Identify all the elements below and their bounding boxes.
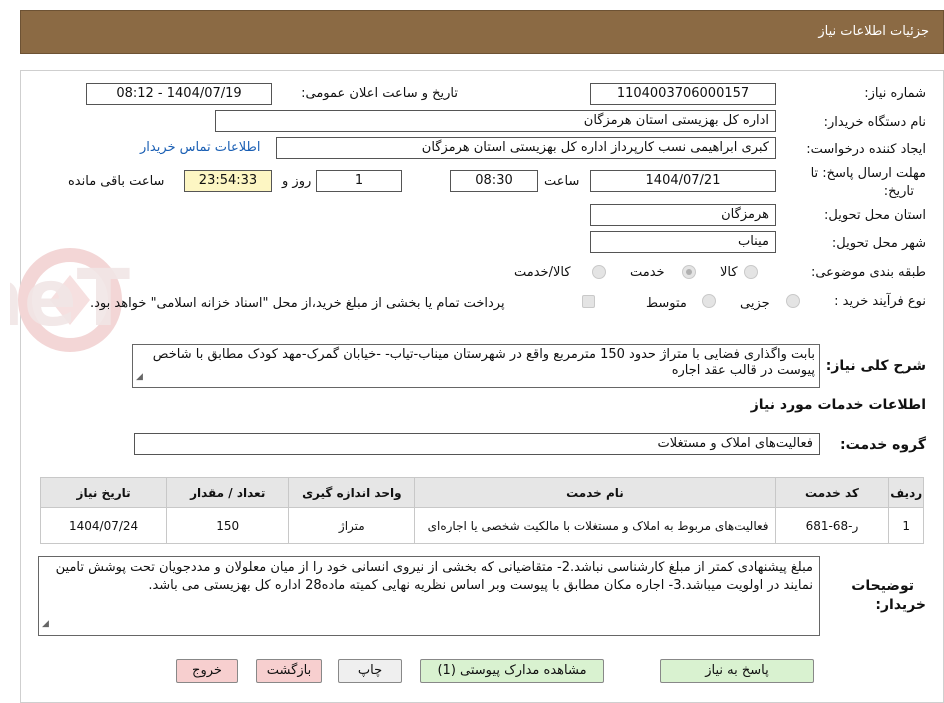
col-row: ردیف <box>888 477 924 508</box>
city-field: میناب <box>590 231 776 253</box>
service-group-field: فعالیت‌های املاک و مستغلات <box>134 433 820 455</box>
announce-date-field: 1404/07/19 - 08:12 <box>86 83 272 105</box>
page-header: جزئیات اطلاعات نیاز <box>20 10 944 54</box>
exit-button[interactable]: خروج <box>176 659 238 683</box>
province-label: استان محل تحویل: <box>824 208 926 223</box>
process-option-minor: جزیی <box>740 296 770 311</box>
category-option-goods-service: کالا/خدمت <box>514 265 571 280</box>
table-row: 1 ر-68-681 فعالیت‌های مربوط به املاک و م… <box>39 507 924 544</box>
services-table: ردیف کد خدمت نام خدمت واحد اندازه گیری ت… <box>39 477 924 544</box>
province-field: هرمزگان <box>590 204 776 226</box>
cell-quantity: 150 <box>166 507 290 544</box>
need-number-field: 1104003706000157 <box>590 83 776 105</box>
back-button[interactable]: بازگشت <box>256 659 322 683</box>
cell-unit: متراژ <box>288 507 416 544</box>
time-label: ساعت <box>544 174 580 189</box>
general-desc-label: شرح کلی نیاز: <box>825 358 926 374</box>
buyer-notes-label-2: خریدار: <box>875 597 926 613</box>
category-radio-goods[interactable] <box>744 265 758 279</box>
category-label: طبقه بندی موضوعی: <box>810 265 926 280</box>
creator-label: ایجاد کننده درخواست: <box>806 142 926 157</box>
remaining-label: ساعت باقی مانده <box>68 174 165 189</box>
buyer-notes-field: مبلغ پیشنهادی کمتر از مبلغ کارشناسی نباش… <box>38 556 820 636</box>
general-desc-text: بابت واگذاری فضایی با متراژ حدود 150 متر… <box>152 347 815 378</box>
cell-date: 1404/07/24 <box>39 507 168 544</box>
days-label: روز و <box>282 174 312 189</box>
creator-field: کبری ابراهیمی نسب کارپرداز اداره کل بهزی… <box>276 137 776 159</box>
treasury-checkbox[interactable] <box>582 295 595 308</box>
buyer-notes-text: مبلغ پیشنهادی کمتر از مبلغ کارشناسی نباش… <box>55 560 813 593</box>
buyer-org-field: اداره کل بهزیستی استان هرمزگان <box>215 110 776 132</box>
category-option-goods: کالا <box>720 265 738 280</box>
col-quantity: تعداد / مقدار <box>166 477 290 508</box>
need-number-label: شماره نیاز: <box>864 86 926 101</box>
deadline-label: مهلت ارسال پاسخ: تا <box>810 166 926 181</box>
print-button[interactable]: چاپ <box>338 659 402 683</box>
services-section-title: اطلاعات خدمات مورد نیاز <box>750 397 926 413</box>
col-unit: واحد اندازه گیری <box>288 477 416 508</box>
table-header-row: ردیف کد خدمت نام خدمت واحد اندازه گیری ت… <box>39 477 924 508</box>
remaining-time-field: 23:54:33 <box>184 170 272 192</box>
process-option-medium: متوسط <box>646 296 687 311</box>
announce-label: تاریخ و ساعت اعلان عمومی: <box>301 86 458 101</box>
category-radio-goods-service[interactable] <box>592 265 606 279</box>
col-date: تاریخ نیاز <box>39 477 168 508</box>
deadline-date-field: 1404/07/21 <box>590 170 776 192</box>
general-desc-field: بابت واگذاری فضایی با متراژ حدود 150 متر… <box>132 344 820 388</box>
cell-code: ر-68-681 <box>774 507 890 544</box>
buyer-contact-link[interactable]: اطلاعات تماس خریدار <box>140 140 260 155</box>
payment-note: پرداخت تمام یا بخشی از مبلغ خرید،از محل … <box>90 296 505 311</box>
service-group-label: گروه خدمت: <box>840 437 926 453</box>
cell-row: 1 <box>888 507 924 544</box>
resize-handle-icon[interactable]: ◢ <box>136 369 143 385</box>
city-label: شهر محل تحویل: <box>831 236 926 251</box>
deadline-label-2: تاریخ: <box>883 184 914 199</box>
view-attachments-button[interactable]: مشاهده مدارک پیوستی (1) <box>420 659 604 683</box>
category-radio-service[interactable] <box>682 265 696 279</box>
days-field: 1 <box>316 170 402 192</box>
buyer-notes-label: توضیحات <box>851 578 914 594</box>
process-radio-medium[interactable] <box>702 294 716 308</box>
resize-handle-icon[interactable]: ◢ <box>42 615 49 633</box>
col-code: کد خدمت <box>774 477 890 508</box>
cell-name: فعالیت‌های مربوط به املاک و مستغلات با م… <box>414 507 776 544</box>
process-label: نوع فرآیند خرید : <box>834 294 926 309</box>
process-radio-minor[interactable] <box>786 294 800 308</box>
col-name: نام خدمت <box>414 477 776 508</box>
deadline-time-field: 08:30 <box>450 170 538 192</box>
category-option-service: خدمت <box>630 265 665 280</box>
reply-button[interactable]: پاسخ به نیاز <box>660 659 814 683</box>
page-title: جزئیات اطلاعات نیاز <box>818 24 929 39</box>
buyer-org-label: نام دستگاه خریدار: <box>823 115 926 130</box>
